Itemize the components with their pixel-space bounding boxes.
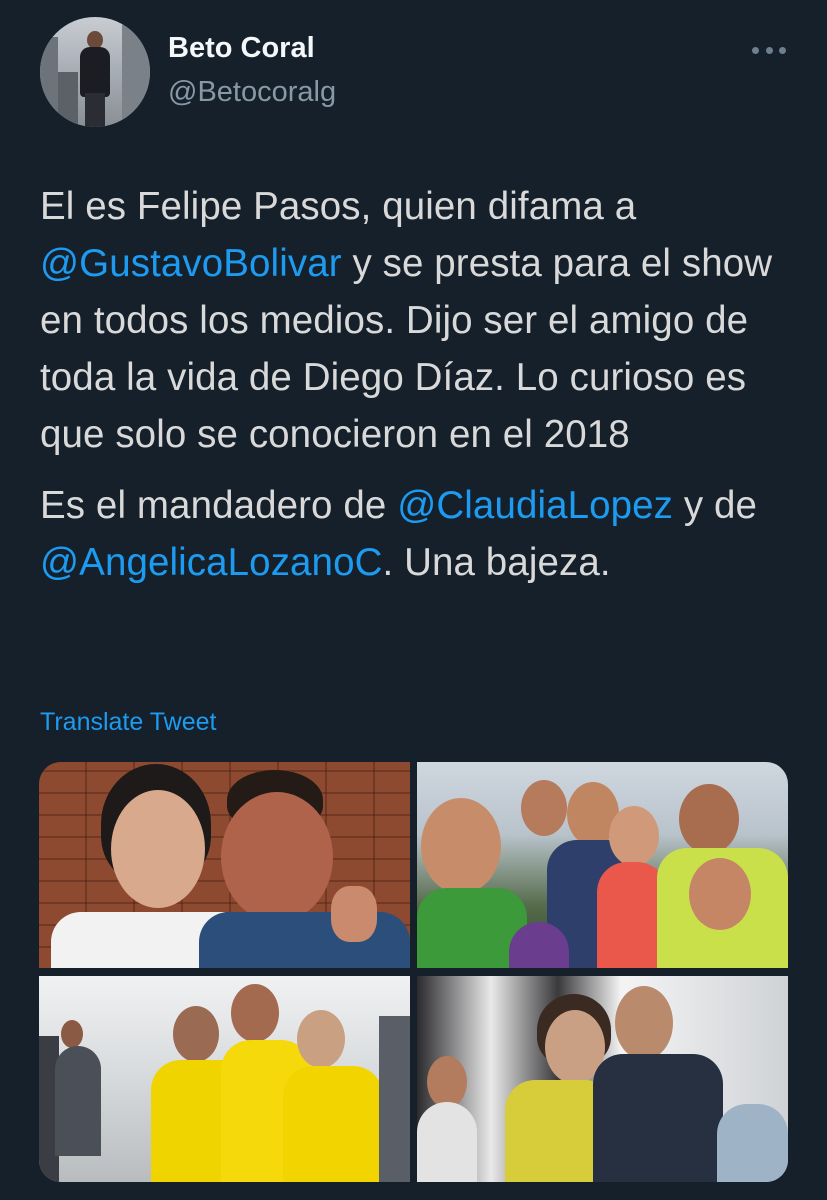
photo-3[interactable] [39, 976, 410, 1182]
mention-link[interactable]: @AngelicaLozanoC [40, 541, 382, 584]
avatar-person [80, 31, 110, 127]
photo-4[interactable] [417, 976, 788, 1182]
mention-link[interactable]: @GustavoBolivar [40, 242, 342, 285]
more-options-icon[interactable] [752, 38, 786, 62]
tweet-paragraph: El es Felipe Pasos, quien difama a @Gust… [40, 178, 800, 463]
tweet: Beto Coral @Betocoralg El es Felipe Paso… [0, 0, 827, 1200]
tweet-text: El es Felipe Pasos, quien difama a @Gust… [40, 178, 800, 605]
user-handle[interactable]: @Betocoralg [168, 76, 336, 109]
text-segment: y de [673, 484, 757, 527]
translate-tweet-link[interactable]: Translate Tweet [40, 708, 216, 737]
text-segment: El es Felipe Pasos, quien difama a [40, 185, 637, 228]
avatar[interactable] [40, 17, 150, 127]
text-segment: Es el mandadero de [40, 484, 398, 527]
display-name[interactable]: Beto Coral [168, 32, 315, 65]
photo-1[interactable] [39, 762, 410, 968]
text-segment: . Una bajeza. [382, 541, 611, 584]
mention-link[interactable]: @ClaudiaLopez [397, 484, 673, 527]
photo-2[interactable] [417, 762, 788, 968]
media-grid [39, 762, 788, 1182]
tweet-paragraph: Es el mandadero de @ClaudiaLopez y de @A… [40, 477, 800, 591]
